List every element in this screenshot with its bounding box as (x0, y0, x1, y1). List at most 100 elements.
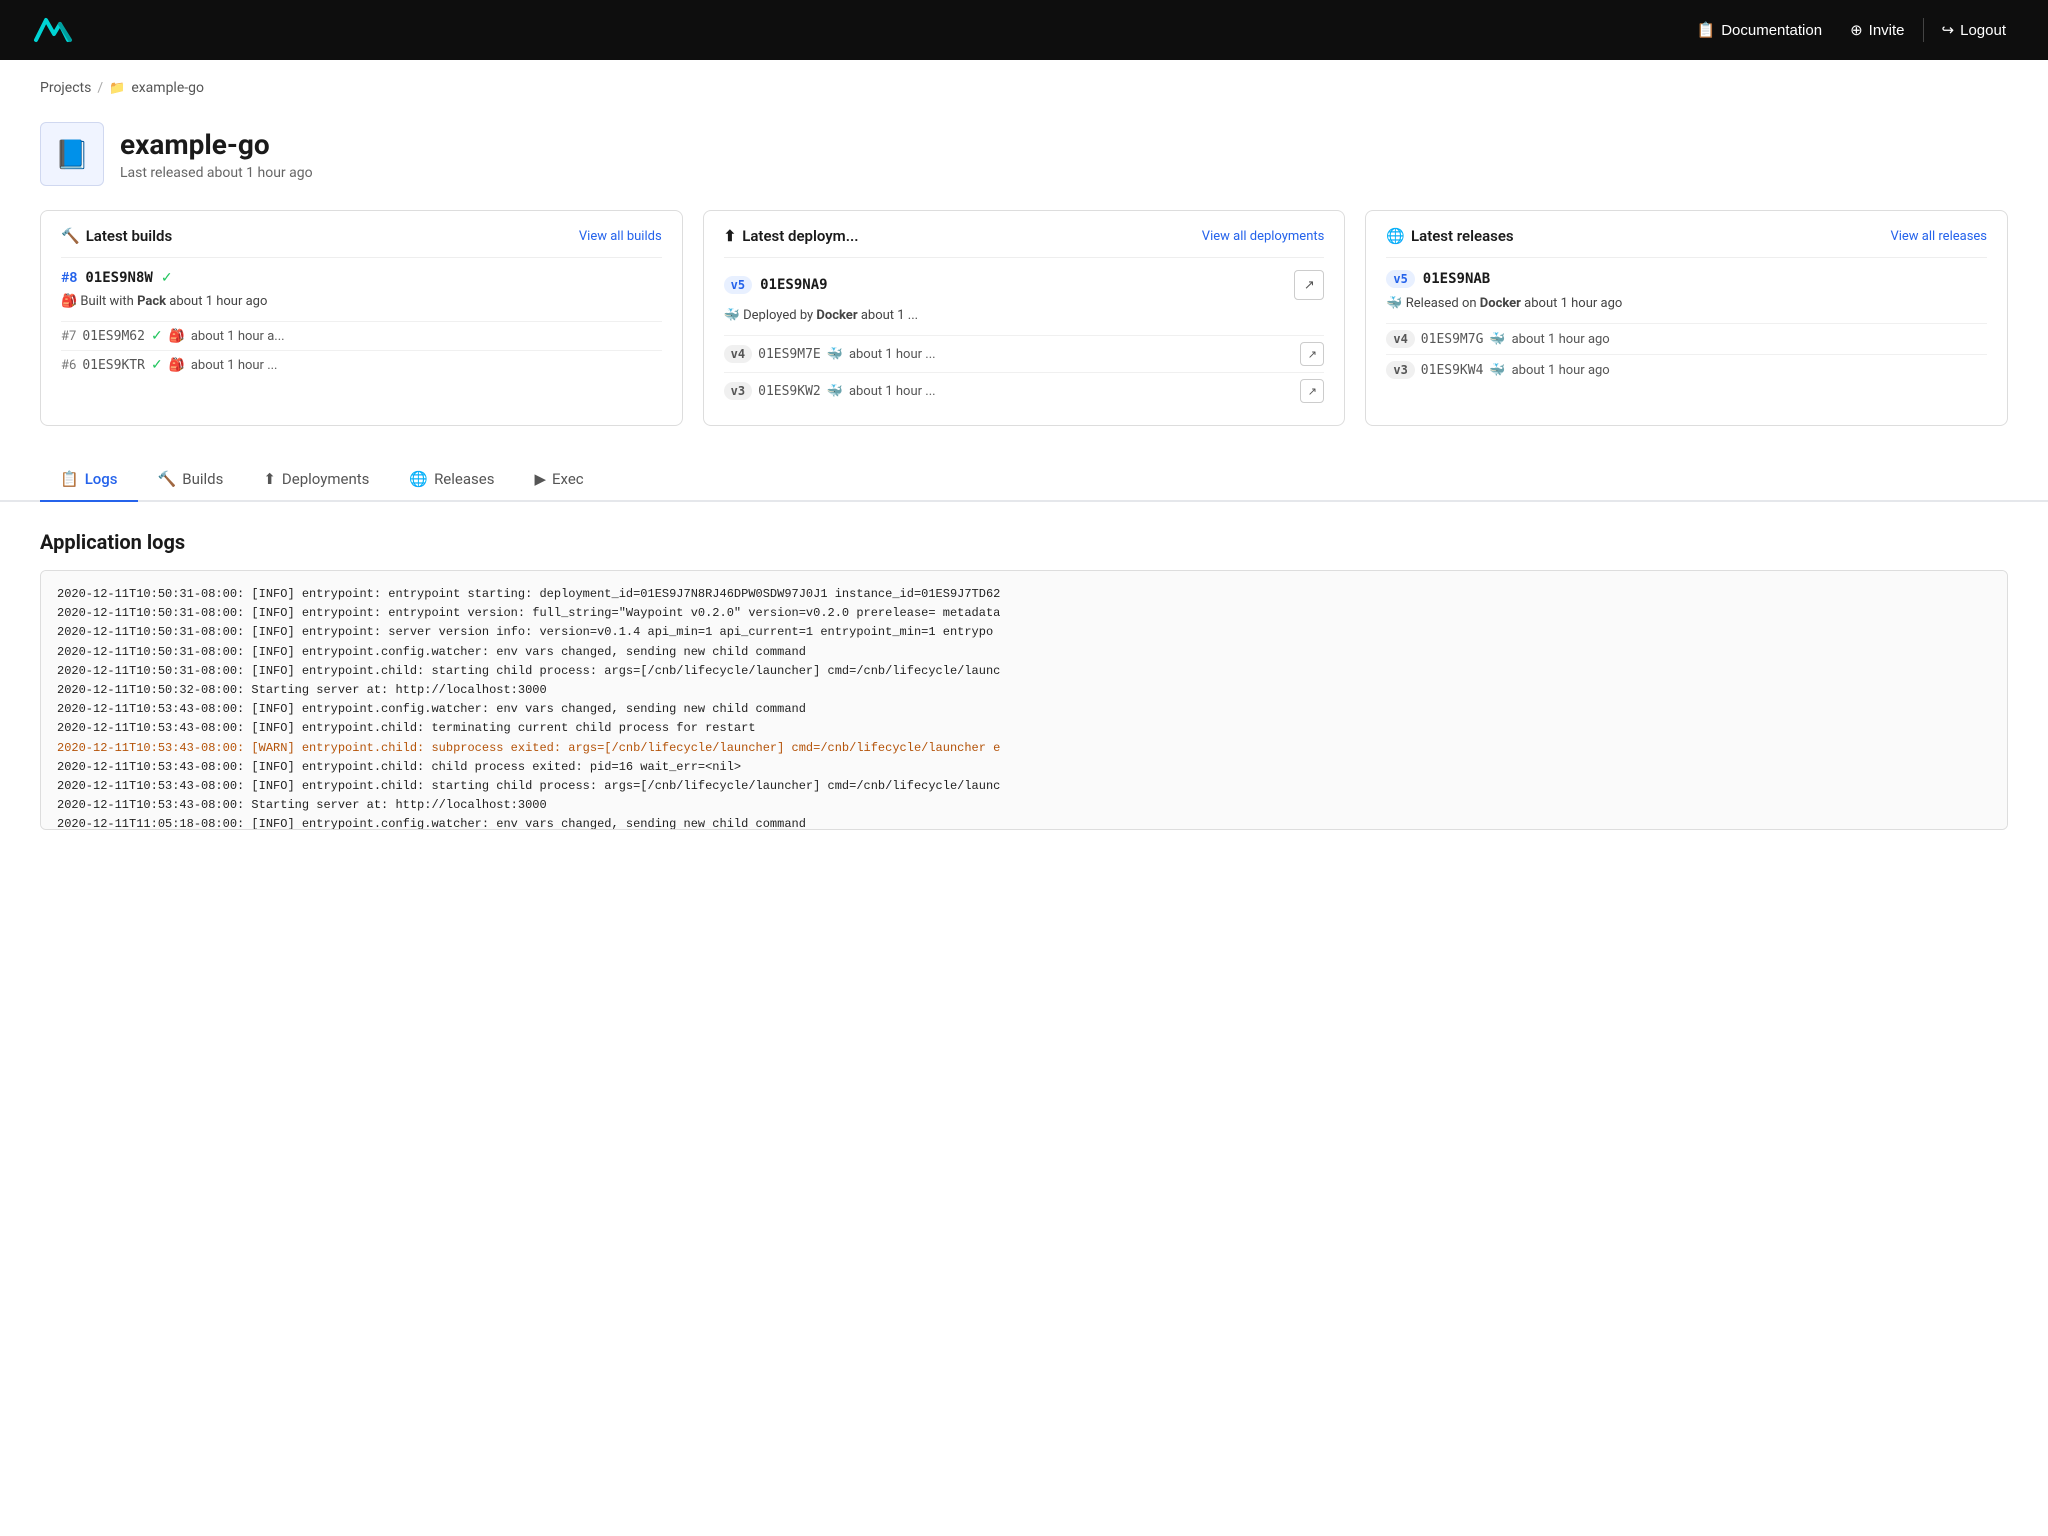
tab-builds[interactable]: 🔨 Builds (138, 458, 244, 502)
release-id: 01ES9NAB (1423, 271, 1490, 287)
log-line: 2020-12-11T10:53:43-08:00: [INFO] entryp… (57, 758, 1991, 777)
view-all-builds-link[interactable]: View all builds (579, 229, 662, 244)
breadcrumb-current: example-go (131, 80, 204, 96)
deployments-card-title: ⬆ Latest deploym... (724, 227, 859, 245)
breadcrumb: Projects / 📁 example-go (0, 60, 2048, 106)
release-description: 🐳 Released on Docker about 1 hour ago (1386, 296, 1987, 311)
deploy-description: 🐳 Deployed by Docker about 1 ... (724, 308, 1325, 323)
build-check-7: ✓ (151, 328, 163, 344)
deploy-ext-link-v4[interactable]: ↗ (1300, 342, 1324, 366)
docker-icon-rel4: 🐳 (1489, 332, 1505, 347)
release-id-v4: 01ES9M7G (1421, 332, 1484, 347)
log-line: 2020-12-11T10:50:31-08:00: [INFO] entryp… (57, 604, 1991, 623)
build-check-6: ✓ (151, 357, 163, 373)
docker-icon-dep3: 🐳 (827, 384, 843, 399)
view-all-releases-link[interactable]: View all releases (1890, 229, 1987, 244)
log-line: 2020-12-11T10:50:31-08:00: [INFO] entryp… (57, 643, 1991, 662)
invite-button[interactable]: ⊕ Invite (1840, 15, 1914, 45)
build-time-7: about 1 hour a... (191, 329, 285, 344)
build-time-6: about 1 hour ... (191, 358, 278, 373)
logs-tab-icon: 📋 (60, 470, 79, 488)
log-line: 2020-12-11T10:53:43-08:00: Starting serv… (57, 796, 1991, 815)
release-time-v3: about 1 hour ago (1512, 363, 1610, 378)
tab-exec-label: Exec (552, 470, 584, 488)
release-primary-row: v5 01ES9NAB (1386, 270, 1987, 288)
cards-row: 🔨 Latest builds View all builds #8 01ES9… (0, 210, 2048, 458)
releases-card-title: 🌐 Latest releases (1386, 227, 1513, 245)
release-id-v3: 01ES9KW4 (1421, 363, 1484, 378)
breadcrumb-separator: / (97, 80, 103, 96)
view-all-deployments-link[interactable]: View all deployments (1202, 229, 1325, 244)
navbar-actions: 📋 Documentation ⊕ Invite ↪ Logout (1687, 15, 2017, 45)
upload-icon: ⬆ (724, 227, 737, 245)
tab-deployments[interactable]: ⬆ Deployments (243, 458, 389, 502)
build-description: 🎒 Built with Pack about 1 hour ago (61, 294, 662, 309)
logout-icon: ↪ (1942, 21, 1955, 39)
tab-exec[interactable]: ▶ Exec (514, 458, 603, 502)
globe-icon: 🌐 (1386, 227, 1405, 245)
project-title: example-go (120, 128, 313, 161)
nav-divider (1923, 18, 1924, 42)
project-info: example-go Last released about 1 hour ag… (120, 128, 313, 181)
deploy-version-v3: v3 (724, 382, 752, 400)
deployments-tab-icon: ⬆ (263, 470, 276, 488)
deploy-time-v4: about 1 hour ... (849, 347, 936, 362)
logo[interactable] (32, 12, 80, 48)
log-line: 2020-12-11T10:53:43-08:00: [INFO] entryp… (57, 719, 1991, 738)
builds-card-title: 🔨 Latest builds (61, 227, 172, 245)
builds-tab-icon: 🔨 (158, 470, 177, 488)
wrench-icon: 🔨 (61, 227, 80, 245)
deployments-card-header: ⬆ Latest deploym... View all deployments (724, 227, 1325, 258)
logs-box[interactable]: 2020-12-11T10:50:31-08:00: [INFO] entryp… (40, 570, 2008, 830)
tab-logs-label: Logs (85, 470, 118, 488)
log-line: 2020-12-11T10:53:43-08:00: [WARN] entryp… (57, 739, 1991, 758)
logs-title: Application logs (40, 530, 2008, 554)
tab-releases-label: Releases (434, 470, 494, 488)
docker-icon-dep4: 🐳 (827, 347, 843, 362)
build-number: #8 (61, 270, 77, 286)
deploy-version-v4: v4 (724, 345, 752, 363)
log-line: 2020-12-11T10:53:43-08:00: [INFO] entryp… (57, 777, 1991, 796)
latest-deployments-card: ⬆ Latest deploym... View all deployments… (703, 210, 1346, 426)
build-secondary-row-2: #6 01ES9KTR ✓ 🎒 about 1 hour ... (61, 350, 662, 379)
deploy-id: 01ES9NA9 (760, 277, 827, 293)
logout-label: Logout (1960, 22, 2006, 39)
log-line: 2020-12-11T10:50:32-08:00: Starting serv… (57, 681, 1991, 700)
tabs-bar: 📋 Logs 🔨 Builds ⬆ Deployments 🌐 Releases… (0, 458, 2048, 502)
deploy-id-v3: 01ES9KW2 (758, 384, 821, 399)
logout-button[interactable]: ↪ Logout (1932, 15, 2016, 45)
build-secondary-row-1: #7 01ES9M62 ✓ 🎒 about 1 hour a... (61, 321, 662, 350)
releases-card-header: 🌐 Latest releases View all releases (1386, 227, 1987, 258)
release-version-v4: v4 (1386, 330, 1414, 348)
deploy-version-badge: v5 (724, 276, 752, 294)
exec-tab-icon: ▶ (534, 470, 546, 488)
invite-icon: ⊕ (1850, 21, 1863, 39)
latest-releases-card: 🌐 Latest releases View all releases v5 0… (1365, 210, 2008, 426)
builds-card-header: 🔨 Latest builds View all builds (61, 227, 662, 258)
project-icon: 📘 (40, 122, 104, 186)
log-line: 2020-12-11T10:50:31-08:00: [INFO] entryp… (57, 623, 1991, 642)
log-line: 2020-12-11T10:50:31-08:00: [INFO] entryp… (57, 585, 1991, 604)
tab-deployments-label: Deployments (282, 470, 369, 488)
doc-icon: 📋 (1697, 21, 1716, 39)
tab-logs[interactable]: 📋 Logs (40, 458, 138, 502)
deploy-secondary-row-1: v4 01ES9M7E 🐳 about 1 hour ... ↗ (724, 335, 1325, 372)
navbar: 📋 Documentation ⊕ Invite ↪ Logout (0, 0, 2048, 60)
deploy-ext-link-btn[interactable]: ↗ (1294, 270, 1324, 300)
release-time-v4: about 1 hour ago (1512, 332, 1610, 347)
docker-icon-rel3: 🐳 (1489, 363, 1505, 378)
tab-releases[interactable]: 🌐 Releases (389, 458, 514, 502)
build-num-7: #7 (61, 329, 76, 344)
breadcrumb-projects[interactable]: Projects (40, 80, 91, 96)
deploy-ext-link-v3[interactable]: ↗ (1300, 379, 1324, 403)
build-id: 01ES9N8W (85, 270, 152, 286)
build-primary-row: #8 01ES9N8W ✓ (61, 270, 662, 286)
docs-button[interactable]: 📋 Documentation (1687, 15, 1833, 45)
tab-builds-label: Builds (182, 470, 223, 488)
build-check-icon: ✓ (161, 270, 173, 286)
docker-icon-7: 🎒 (169, 329, 185, 344)
deploy-id-v4: 01ES9M7E (758, 347, 821, 362)
deploy-primary-row: v5 01ES9NA9 ↗ (724, 270, 1325, 300)
log-line: 2020-12-11T10:50:31-08:00: [INFO] entryp… (57, 662, 1991, 681)
log-line: 2020-12-11T11:05:18-08:00: [INFO] entryp… (57, 815, 1991, 830)
